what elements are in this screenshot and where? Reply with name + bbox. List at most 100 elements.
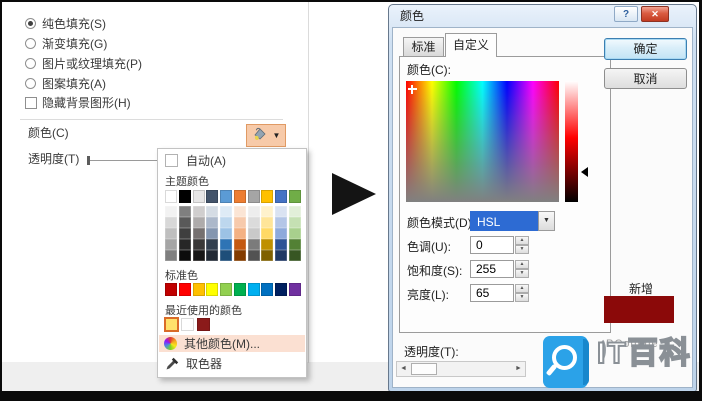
spinner-up-icon[interactable]: ▲	[515, 236, 529, 245]
radio-solid-fill-label[interactable]: 纯色填充(S)	[42, 17, 106, 31]
color-swatch[interactable]	[220, 283, 233, 296]
help-button[interactable]: ?	[614, 6, 638, 22]
color-swatch[interactable]	[206, 190, 219, 203]
color-swatch[interactable]	[165, 217, 177, 228]
color-swatch[interactable]	[288, 190, 301, 203]
color-swatch[interactable]	[206, 239, 219, 250]
color-swatch[interactable]	[192, 283, 205, 296]
color-swatch[interactable]	[233, 217, 246, 228]
saturation-spinner[interactable]: ▲ ▼	[515, 260, 529, 278]
scrollbar-thumb[interactable]	[411, 363, 437, 375]
color-swatch[interactable]	[261, 283, 274, 296]
color-swatch[interactable]	[247, 217, 260, 228]
color-swatch[interactable]	[178, 239, 191, 250]
color-swatch[interactable]	[261, 239, 274, 250]
close-button[interactable]: ✕	[641, 6, 669, 22]
cancel-button[interactable]: 取消	[604, 68, 687, 89]
color-swatch[interactable]	[261, 206, 274, 217]
color-swatch[interactable]	[275, 228, 288, 239]
color-swatch[interactable]	[220, 217, 233, 228]
color-swatch[interactable]	[233, 206, 246, 217]
color-swatch[interactable]	[247, 206, 260, 217]
color-swatch[interactable]	[220, 250, 233, 261]
color-swatch[interactable]	[178, 283, 191, 296]
color-swatch[interactable]	[261, 190, 274, 203]
luminance-input[interactable]	[470, 284, 514, 302]
tab-custom[interactable]: 自定义	[445, 33, 497, 57]
spinner-up-icon[interactable]: ▲	[515, 260, 529, 269]
transparency-scrollbar[interactable]: ◄ ►	[396, 361, 526, 377]
color-swatch[interactable]	[206, 228, 219, 239]
color-mode-select[interactable]: HSL	[470, 211, 538, 231]
color-swatch[interactable]	[247, 283, 260, 296]
color-swatch[interactable]	[247, 190, 260, 203]
automatic-color-swatch[interactable]	[165, 154, 178, 167]
hue-saturation-picker[interactable]	[406, 81, 559, 202]
radio-solid-fill[interactable]	[25, 18, 36, 29]
color-swatch[interactable]	[275, 206, 288, 217]
color-swatch[interactable]	[275, 239, 288, 250]
color-swatch[interactable]	[220, 239, 233, 250]
color-swatch[interactable]	[288, 206, 301, 217]
menu-item-more-colors[interactable]: 其他颜色(M)...	[159, 335, 305, 352]
color-swatch[interactable]	[247, 250, 260, 261]
color-swatch[interactable]	[165, 190, 177, 203]
menu-item-eyedropper[interactable]: 取色器	[159, 355, 305, 372]
color-swatch[interactable]	[178, 228, 191, 239]
color-swatch[interactable]	[288, 217, 301, 228]
transparency-slider-thumb[interactable]	[87, 156, 90, 165]
color-swatch[interactable]	[275, 283, 288, 296]
color-swatch[interactable]	[275, 217, 288, 228]
color-swatch[interactable]	[165, 228, 177, 239]
color-swatch[interactable]	[206, 283, 219, 296]
color-swatch[interactable]	[275, 190, 288, 203]
color-swatch[interactable]	[206, 250, 219, 261]
color-swatch[interactable]	[192, 190, 205, 203]
color-swatch[interactable]	[165, 239, 177, 250]
radio-gradient-fill[interactable]	[25, 38, 36, 49]
saturation-input[interactable]	[470, 260, 514, 278]
color-swatch[interactable]	[192, 206, 205, 217]
color-swatch[interactable]	[247, 239, 260, 250]
color-swatch[interactable]	[261, 250, 274, 261]
spinner-down-icon[interactable]: ▼	[515, 269, 529, 278]
color-swatch[interactable]	[178, 190, 191, 203]
color-swatch[interactable]	[178, 250, 191, 261]
color-swatch[interactable]	[165, 283, 177, 296]
radio-gradient-fill-label[interactable]: 渐变填充(G)	[42, 37, 107, 51]
color-swatch[interactable]	[181, 318, 194, 331]
hue-input[interactable]	[470, 236, 514, 254]
color-swatch[interactable]	[178, 217, 191, 228]
color-swatch[interactable]	[220, 228, 233, 239]
tab-standard[interactable]: 标准	[403, 37, 444, 57]
color-swatch[interactable]	[192, 239, 205, 250]
color-swatch[interactable]	[164, 317, 179, 332]
radio-picture-texture-fill[interactable]	[25, 58, 36, 69]
color-swatch[interactable]	[192, 228, 205, 239]
luminance-marker-icon[interactable]	[581, 167, 588, 177]
color-swatch[interactable]	[206, 217, 219, 228]
checkbox-hide-background[interactable]	[25, 97, 37, 109]
hue-spinner[interactable]: ▲ ▼	[515, 236, 529, 254]
color-swatch[interactable]	[220, 206, 233, 217]
scroll-right-icon[interactable]: ►	[512, 362, 525, 376]
luminance-bar[interactable]	[565, 81, 578, 202]
color-swatch[interactable]	[233, 283, 246, 296]
spinner-down-icon[interactable]: ▼	[515, 293, 529, 302]
color-swatch[interactable]	[233, 228, 246, 239]
luminance-spinner[interactable]: ▲ ▼	[515, 284, 529, 302]
color-swatch[interactable]	[247, 228, 260, 239]
color-swatch[interactable]	[288, 228, 301, 239]
menu-item-automatic[interactable]: 自动(A)	[186, 154, 226, 168]
spinner-up-icon[interactable]: ▲	[515, 284, 529, 293]
ok-button[interactable]: 确定	[604, 38, 687, 60]
spinner-down-icon[interactable]: ▼	[515, 245, 529, 254]
radio-pattern-fill[interactable]	[25, 78, 36, 89]
color-swatch[interactable]	[288, 250, 301, 261]
picker-crosshair-icon[interactable]	[411, 85, 413, 94]
color-swatch[interactable]	[178, 206, 191, 217]
radio-picture-texture-fill-label[interactable]: 图片或纹理填充(P)	[42, 57, 142, 71]
scroll-left-icon[interactable]: ◄	[397, 362, 410, 376]
color-swatch[interactable]	[261, 228, 274, 239]
color-swatch[interactable]	[165, 250, 177, 261]
